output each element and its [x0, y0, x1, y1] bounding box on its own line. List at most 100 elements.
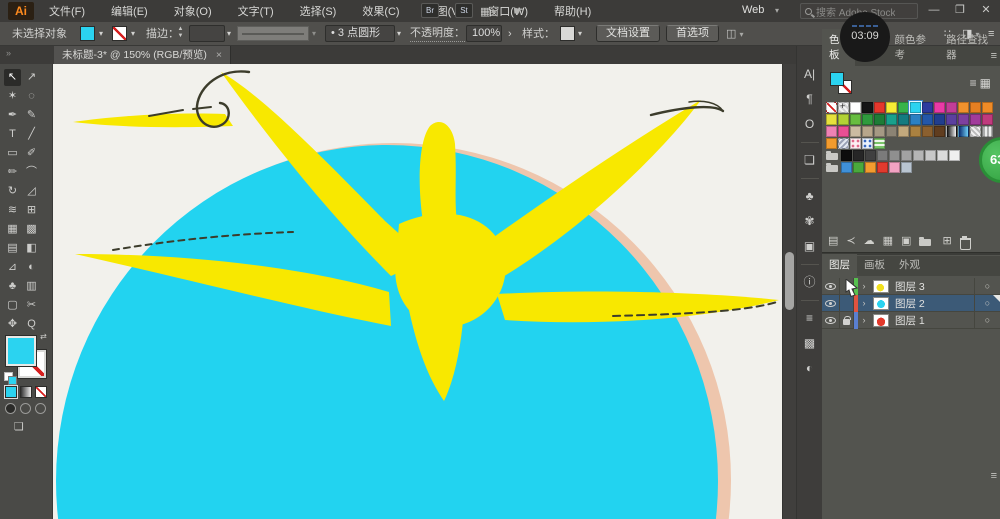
target-icon[interactable]: ○	[974, 311, 1000, 329]
layers-panel-menu-icon[interactable]: ≡	[991, 470, 998, 482]
selected-swatch[interactable]	[909, 101, 922, 114]
tab-图层[interactable]: 图层	[822, 254, 857, 276]
swatch[interactable]	[850, 126, 861, 137]
perspective-grid-tool-icon[interactable]: ▩	[23, 221, 40, 238]
lasso-tool-icon[interactable]: ◌	[23, 88, 40, 105]
image-trace-panel-icon[interactable]: ✾	[799, 211, 821, 232]
slice-tool-icon[interactable]: ✂	[23, 297, 40, 314]
basic-workspace-icon[interactable]: ◫ ▾	[726, 22, 743, 46]
swatch[interactable]	[850, 138, 861, 149]
swatch[interactable]	[874, 126, 885, 137]
expand-icon[interactable]: ›	[858, 315, 870, 325]
blend-tool-icon[interactable]: ◐	[23, 259, 40, 276]
swatch[interactable]	[889, 150, 900, 161]
panel-fill-swatch[interactable]	[830, 72, 844, 86]
eyedropper-tool-icon[interactable]: ⊿	[4, 259, 21, 276]
draw-behind-icon[interactable]	[20, 403, 31, 414]
screen-mode-icon[interactable]: ❏	[14, 420, 24, 433]
export-panel-icon[interactable]: ❏	[799, 150, 821, 171]
swatch[interactable]	[934, 114, 945, 125]
color-group-folder-icon[interactable]	[826, 162, 839, 173]
hand-tool-icon[interactable]: ✥	[4, 316, 21, 333]
visibility-cell[interactable]	[822, 294, 840, 312]
swatch[interactable]	[934, 102, 945, 113]
color-mode-button[interactable]	[4, 385, 18, 399]
menu-item-效果(C)[interactable]: 效果(C)	[349, 3, 412, 19]
swatch[interactable]	[913, 150, 924, 161]
stroke-stepper[interactable]: ▲ ▼	[176, 26, 185, 41]
swatch[interactable]	[937, 150, 948, 161]
document-setup-button[interactable]: 文档设置	[596, 25, 660, 42]
magic-wand-tool-icon[interactable]: ✶	[4, 88, 21, 105]
draw-normal-icon[interactable]	[5, 403, 16, 414]
stroke-color-swatch[interactable]	[112, 26, 127, 41]
swatch[interactable]	[826, 114, 837, 125]
swatch[interactable]	[982, 102, 993, 113]
swatch[interactable]	[874, 138, 885, 149]
swatch[interactable]	[853, 162, 864, 173]
swatch[interactable]	[934, 126, 945, 137]
menu-item-对象(O)[interactable]: 对象(O)	[161, 3, 225, 19]
registration-swatch[interactable]	[838, 101, 849, 113]
swatch[interactable]	[877, 162, 888, 173]
swatch[interactable]	[853, 150, 864, 161]
swatch[interactable]	[958, 114, 969, 125]
shape-builder-tool-icon[interactable]: ▦	[4, 221, 21, 238]
stroke-weight-value[interactable]	[189, 25, 225, 42]
toolbar-collapse-icon[interactable]: »	[6, 48, 11, 58]
none-mode-button[interactable]	[35, 386, 47, 398]
swatches-panel-menu-icon[interactable]: ≡	[991, 50, 998, 62]
target-icon[interactable]: ○	[974, 277, 1000, 295]
layer-name[interactable]: 图层 1	[892, 313, 974, 328]
expand-icon[interactable]: ›	[858, 298, 870, 308]
menu-item-帮助(H)[interactable]: 帮助(H)	[541, 3, 604, 19]
variable-width-profile-dropdown[interactable]: • 3 点圆形	[325, 25, 395, 42]
menu-item-编辑(E)[interactable]: 编辑(E)	[98, 3, 161, 19]
swatch-themes-button[interactable]: ≺	[846, 234, 855, 248]
swatch[interactable]	[958, 126, 969, 137]
preferences-button[interactable]: 首选项	[666, 25, 719, 42]
swatch[interactable]	[970, 102, 981, 113]
scale-tool-icon[interactable]: ◿	[23, 183, 40, 200]
swatch-view-icons[interactable]: ≡▦	[970, 76, 994, 90]
layer-thumbnail[interactable]	[873, 279, 889, 293]
canvas[interactable]	[53, 64, 782, 519]
restore-button[interactable]: ❐	[948, 0, 972, 20]
layer-name[interactable]: 图层 3	[892, 279, 974, 294]
swatch[interactable]	[949, 150, 960, 161]
menu-item-文字(T)[interactable]: 文字(T)	[225, 3, 287, 19]
type-tool-icon[interactable]: T	[4, 126, 21, 143]
gradient-panel-icon[interactable]: ▩	[799, 333, 821, 354]
opacity-label[interactable]: 不透明度：	[410, 22, 465, 42]
swatch[interactable]	[862, 102, 873, 113]
fill-caret-icon[interactable]: ▾	[99, 22, 103, 46]
document-tab[interactable]: 未标题-3* @ 150% (RGB/预览) ×	[54, 46, 231, 64]
swatch[interactable]	[865, 150, 876, 161]
swatch[interactable]	[862, 138, 873, 149]
swatch-options-button[interactable]: ▣	[901, 234, 911, 248]
swatch[interactable]	[877, 150, 888, 161]
swatch[interactable]	[901, 162, 912, 173]
gradient-tool-icon[interactable]: ◧	[23, 240, 40, 257]
swatch[interactable]	[982, 126, 993, 137]
arrange-documents-icon[interactable]: ▦ ▾	[480, 5, 495, 18]
swatch[interactable]	[886, 126, 897, 137]
swatch[interactable]	[850, 102, 861, 113]
character-panel-icon[interactable]: A|	[799, 64, 821, 85]
paintbrush-tool-icon[interactable]: ✐	[23, 145, 40, 162]
swatch[interactable]	[922, 102, 933, 113]
swatch[interactable]	[838, 114, 849, 125]
mesh-tool-icon[interactable]: ▤	[4, 240, 21, 257]
touch-workspace-icon[interactable]: ☛	[513, 4, 524, 18]
default-colors-icon[interactable]	[4, 372, 17, 385]
layer-thumbnail[interactable]	[873, 313, 889, 327]
minimize-button[interactable]: —	[922, 0, 946, 20]
opacity-value[interactable]: 100%	[466, 25, 502, 42]
line-tool-icon[interactable]: ╱	[23, 126, 40, 143]
swatch[interactable]	[886, 114, 897, 125]
swatch[interactable]	[838, 138, 849, 149]
direct-selection-tool-icon[interactable]: ↗	[23, 69, 40, 86]
lock-cell[interactable]	[840, 294, 854, 312]
transform-panel-icon[interactable]: ▣	[799, 236, 821, 257]
tab-画板[interactable]: 画板	[857, 254, 892, 276]
